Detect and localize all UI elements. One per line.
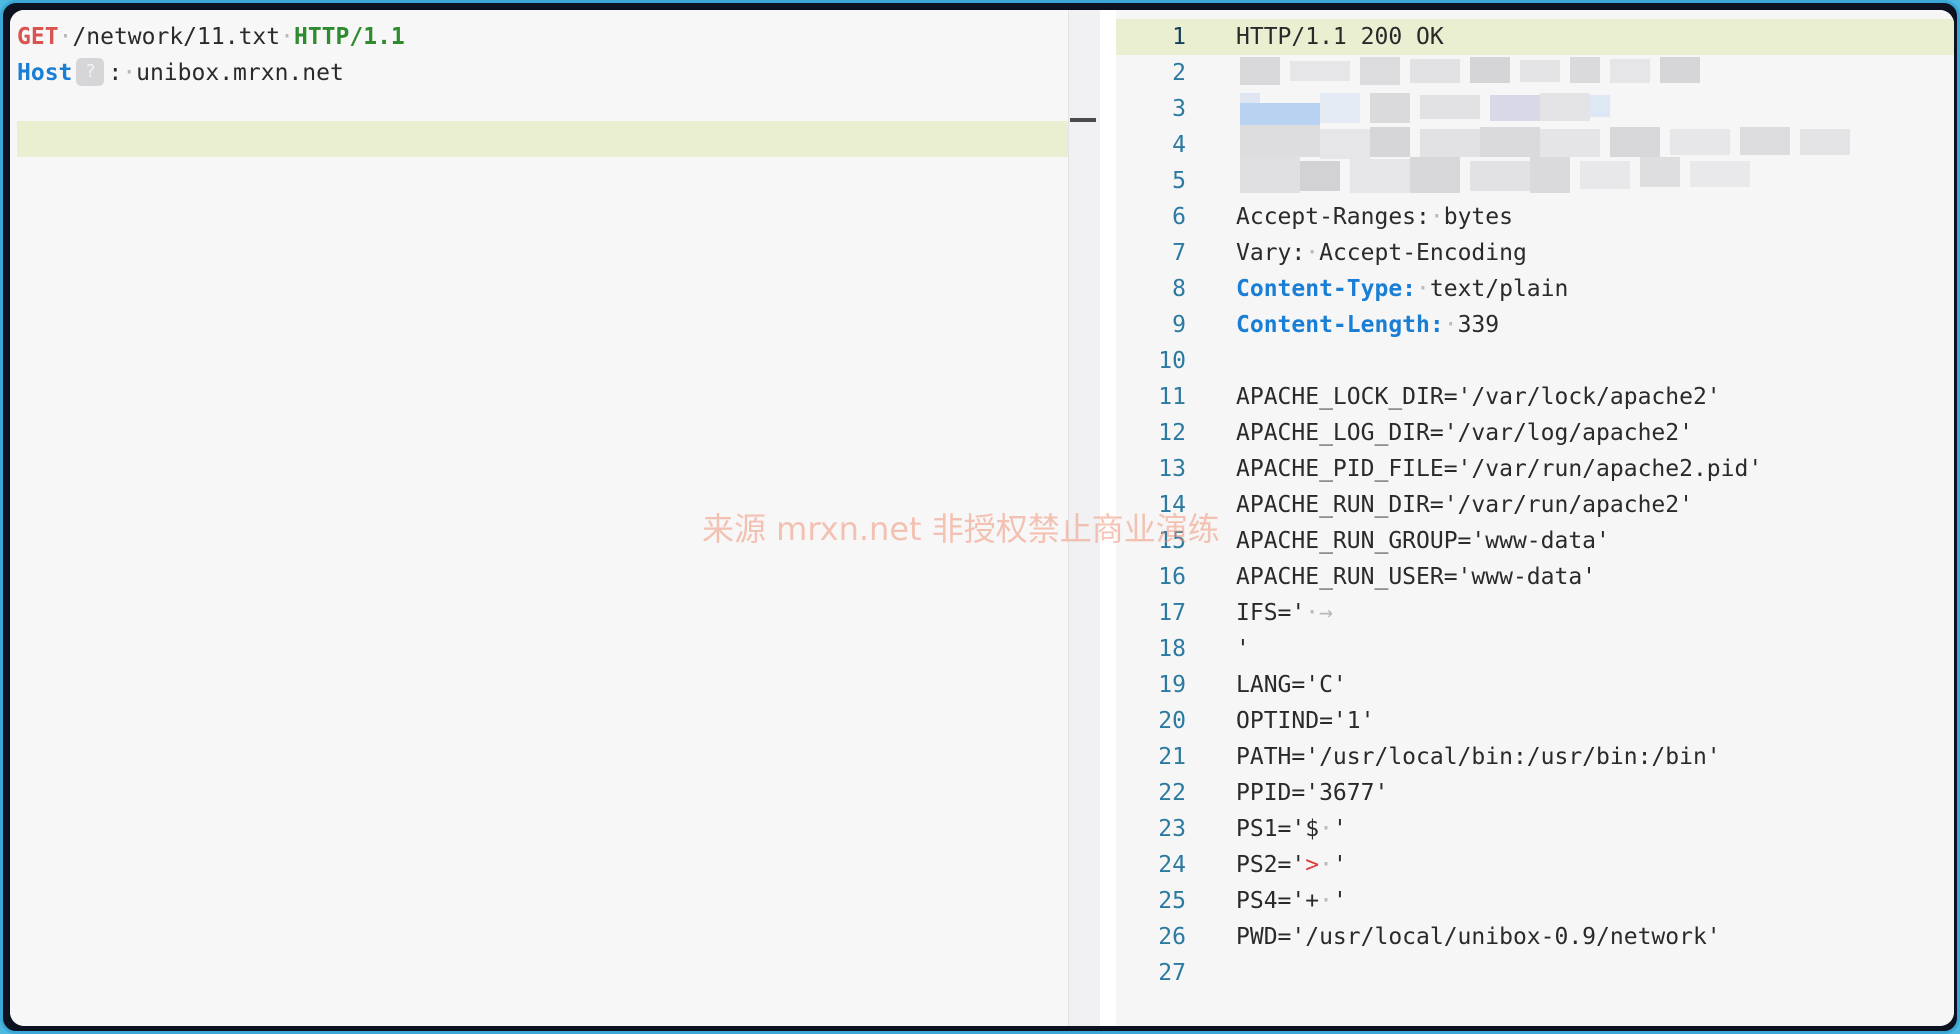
space-marker: ·: [280, 24, 294, 50]
response-header-content-length[interactable]: Content-Length:·339: [1236, 307, 1499, 343]
request-line[interactable]: GET·/network/11.txt·HTTP/1.1: [17, 19, 405, 55]
body-line[interactable]: LANG='C': [1236, 667, 1347, 703]
body-line[interactable]: PATH='/usr/local/bin:/usr/bin:/bin': [1236, 739, 1721, 775]
response-header-content-type[interactable]: Content-Type:·text/plain: [1236, 271, 1568, 307]
line-number: 2: [1172, 60, 1186, 86]
watermark: 来源 mrxn.net 非授权禁止商业演练: [702, 510, 1220, 548]
header-key: Content-Type:: [1236, 276, 1417, 302]
http-protocol: HTTP/1.1: [293, 24, 405, 50]
line-number: 20: [1158, 708, 1186, 734]
space-marker: ·: [1319, 816, 1333, 842]
body-line[interactable]: APACHE_RUN_GROUP='www-data': [1236, 523, 1610, 559]
header-value: 339: [1457, 312, 1500, 338]
line-number: 3: [1172, 96, 1186, 122]
space-marker: ·: [122, 60, 137, 86]
body-line[interactable]: IFS='·→: [1236, 595, 1333, 631]
line-number: 27: [1158, 960, 1186, 986]
body-line[interactable]: PWD='/usr/local/unibox-0.9/network': [1236, 919, 1721, 955]
header-key: Accept-Ranges:: [1236, 204, 1430, 230]
body-text: PS1='$: [1236, 816, 1320, 842]
body-line[interactable]: APACHE_PID_FILE='/var/run/apache2.pid': [1236, 451, 1762, 487]
space-marker: ·: [58, 24, 73, 50]
body-line[interactable]: PS4='+·': [1236, 883, 1347, 919]
body-line[interactable]: PPID='3677': [1236, 775, 1388, 811]
header-separator: :: [108, 60, 123, 86]
line-number: 1: [1172, 24, 1186, 50]
line-number: 10: [1158, 348, 1186, 374]
header-value: bytes: [1443, 204, 1513, 230]
body-line[interactable]: PS2='>·': [1236, 847, 1347, 883]
body-line[interactable]: OPTIND='1': [1236, 703, 1374, 739]
body-line[interactable]: ': [1236, 631, 1250, 667]
body-text: IFS=': [1236, 600, 1306, 626]
line-number: 4: [1172, 132, 1186, 158]
space-marker: ·: [1319, 888, 1333, 914]
space-marker: ·: [1305, 600, 1320, 626]
line-number: 13: [1158, 456, 1186, 482]
body-line[interactable]: APACHE_LOG_DIR='/var/log/apache2': [1236, 415, 1693, 451]
request-scroll-marker[interactable]: [1070, 118, 1096, 122]
body-line[interactable]: PS1='$·': [1236, 811, 1347, 847]
header-value: text/plain: [1429, 276, 1569, 302]
header-value-host: unibox.mrxn.net: [136, 60, 344, 86]
body-text: ': [1332, 852, 1347, 878]
body-text-highlight: >: [1305, 852, 1320, 878]
body-text: ': [1332, 888, 1347, 914]
tab-arrow-icon: →: [1319, 600, 1333, 626]
line-number: 7: [1172, 240, 1186, 266]
body-text: PS4='+: [1236, 888, 1320, 914]
line-number: 23: [1158, 816, 1186, 842]
line-number: 24: [1158, 852, 1186, 878]
line-number: 16: [1158, 564, 1186, 590]
line-number: 22: [1158, 780, 1186, 806]
response-header-accept-ranges[interactable]: Accept-Ranges:·bytes: [1236, 199, 1513, 235]
body-text: ': [1332, 816, 1347, 842]
line-number: 8: [1172, 276, 1186, 302]
redacted-headers: [1240, 57, 1885, 193]
space-marker: ·: [1305, 240, 1320, 266]
http-method: GET: [17, 24, 59, 50]
line-number: 18: [1158, 636, 1186, 662]
space-marker: ·: [1443, 312, 1458, 338]
line-number: 26: [1158, 924, 1186, 950]
response-header-vary[interactable]: Vary:·Accept-Encoding: [1236, 235, 1527, 271]
line-number: 11: [1158, 384, 1186, 410]
line-number: 6: [1172, 204, 1186, 230]
request-current-line-highlight: [17, 121, 1102, 157]
body-text: PS2=': [1236, 852, 1306, 878]
line-number: 21: [1158, 744, 1186, 770]
request-path: /network/11.txt: [72, 24, 281, 50]
header-key-host: Host: [17, 60, 73, 86]
request-header-host[interactable]: Host?:·unibox.mrxn.net: [17, 55, 344, 91]
line-number: 9: [1172, 312, 1186, 338]
header-value: Accept-Encoding: [1319, 240, 1527, 266]
header-help-icon[interactable]: ?: [76, 57, 105, 86]
line-number: 17: [1158, 600, 1186, 626]
line-number: 5: [1172, 168, 1186, 194]
body-line[interactable]: APACHE_RUN_DIR='/var/run/apache2': [1236, 487, 1693, 523]
body-line[interactable]: APACHE_RUN_USER='www-data': [1236, 559, 1596, 595]
space-marker: ·: [1416, 276, 1430, 302]
header-key: Content-Length:: [1236, 312, 1444, 338]
screenshot-frame: GET·/network/11.txt·HTTP/1.1 Host?:·unib…: [0, 0, 1960, 1034]
line-number: 19: [1158, 672, 1186, 698]
repeater-window: GET·/network/11.txt·HTTP/1.1 Host?:·unib…: [10, 10, 1954, 1026]
space-marker: ·: [1429, 204, 1444, 230]
space-marker: ·: [1319, 852, 1333, 878]
header-key: Vary:: [1236, 240, 1306, 266]
response-status-line[interactable]: HTTP/1.1 200 OK: [1236, 19, 1444, 55]
line-number: 12: [1158, 420, 1186, 446]
body-line[interactable]: APACHE_LOCK_DIR='/var/lock/apache2': [1236, 379, 1721, 415]
line-number: 25: [1158, 888, 1186, 914]
